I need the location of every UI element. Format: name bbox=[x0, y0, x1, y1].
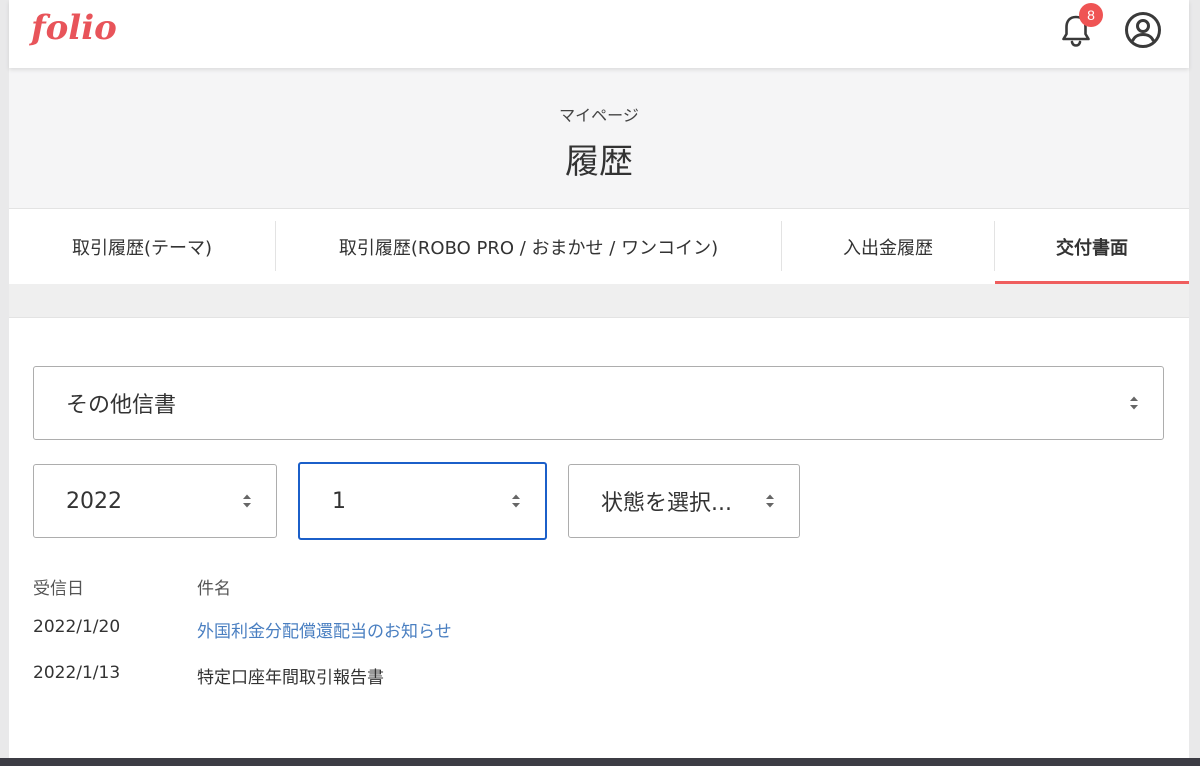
year-select[interactable]: 2022 bbox=[33, 464, 277, 538]
status-select[interactable]: 状態を選択... bbox=[568, 464, 800, 538]
document-type-value: その他信書 bbox=[66, 393, 177, 418]
notification-badge: 8 bbox=[1079, 3, 1103, 27]
tab-label: 入出金履歴 bbox=[843, 237, 933, 259]
tab-delivered-documents[interactable]: 交付書面 bbox=[995, 209, 1189, 284]
year-value: 2022 bbox=[66, 488, 122, 514]
column-header-date: 受信日 bbox=[33, 579, 84, 599]
tab-label: 取引履歴(ROBO PRO / おまかせ / ワンコイン) bbox=[338, 237, 719, 259]
breadcrumb: マイページ bbox=[559, 106, 639, 125]
status-value: 状態を選択... bbox=[601, 491, 732, 516]
tab-label: 交付書面 bbox=[1056, 237, 1128, 259]
history-tabs: 取引履歴(テーマ) 取引履歴(ROBO PRO / おまかせ / ワンコイン) … bbox=[9, 209, 1189, 284]
month-select[interactable]: 1 bbox=[298, 462, 547, 540]
document-subject: 特定口座年間取引報告書 bbox=[197, 668, 384, 688]
section-divider bbox=[9, 284, 1189, 318]
page-header: マイページ 履歴 bbox=[9, 68, 1189, 209]
received-date: 2022/1/20 bbox=[33, 617, 121, 637]
select-arrows-icon bbox=[766, 494, 774, 508]
month-value: 1 bbox=[332, 488, 346, 514]
tab-deposit-withdrawal[interactable]: 入出金履歴 bbox=[782, 209, 994, 284]
page-title: 履歴 bbox=[565, 142, 633, 182]
tab-trade-history-theme[interactable]: 取引履歴(テーマ) bbox=[9, 209, 275, 284]
document-link[interactable]: 外国利金分配償還配当のお知らせ bbox=[197, 622, 452, 642]
tab-trade-history-robo[interactable]: 取引履歴(ROBO PRO / おまかせ / ワンコイン) bbox=[276, 209, 781, 284]
page: folio 8 マイページ 履歴 取引履歴(テーマ) 取引履歴(ROBO PRO… bbox=[9, 0, 1189, 766]
select-arrows-icon bbox=[512, 494, 520, 508]
user-account-icon[interactable] bbox=[1123, 10, 1163, 50]
footer bbox=[0, 758, 1200, 766]
tab-label: 取引履歴(テーマ) bbox=[71, 237, 213, 259]
top-bar: folio 8 bbox=[9, 0, 1189, 68]
received-date: 2022/1/13 bbox=[33, 663, 121, 683]
folio-logo[interactable]: folio bbox=[31, 8, 117, 48]
column-header-subject: 件名 bbox=[197, 579, 231, 599]
document-type-select[interactable]: その他信書 bbox=[33, 366, 1164, 440]
select-arrows-icon bbox=[243, 494, 251, 508]
select-arrows-icon bbox=[1130, 396, 1138, 410]
